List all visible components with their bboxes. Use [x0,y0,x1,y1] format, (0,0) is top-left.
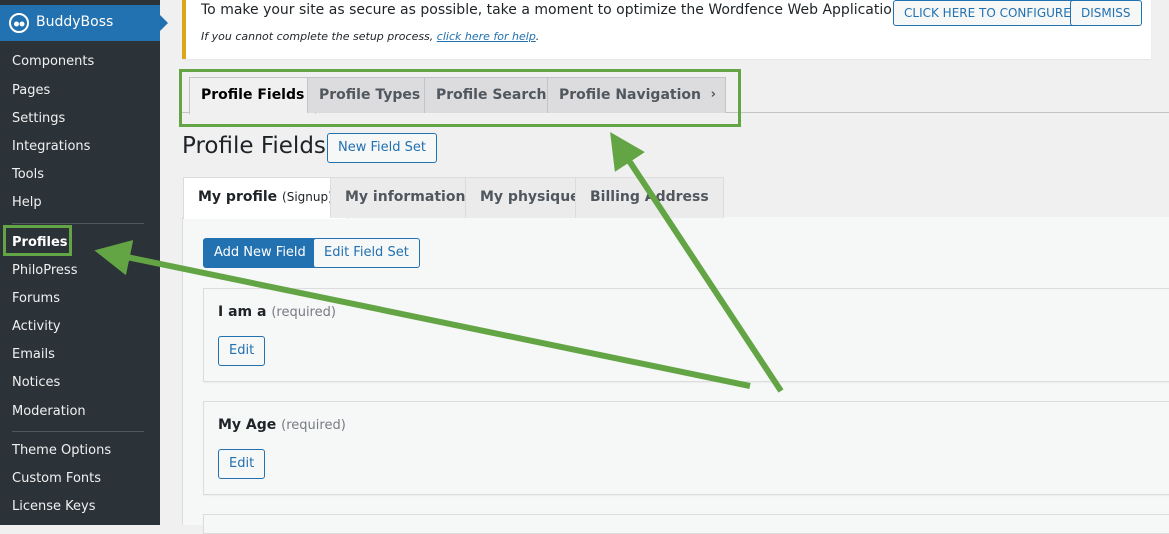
edit-field-button[interactable]: Edit [218,336,266,366]
tab-my-profile-sub: (Signup) [282,190,333,204]
field-name: My Age [218,417,277,433]
sidebar-divider [12,223,144,224]
sidebar-item-help[interactable]: Help [12,194,42,212]
sidebar-item-activity[interactable]: Activity [12,318,61,336]
tabs-highlight-box [179,69,741,127]
sidebar-item-pages[interactable]: Pages [12,82,50,100]
notice-subtext-prefix: If you cannot complete the setup process… [201,30,437,43]
dismiss-button[interactable]: DISMISS [1070,0,1142,26]
sidebar-item-license-keys[interactable]: License Keys [12,498,95,516]
brand-name: BuddyBoss [36,14,114,30]
page-title: Profile Fields [182,133,326,159]
field-label: I am a (required) [218,304,336,320]
sidebar-item-settings[interactable]: Settings [12,110,65,128]
tab-my-profile[interactable]: My profile (Signup) [183,177,348,219]
notice-subtext: If you cannot complete the setup process… [201,30,539,43]
sidebar-item-label: Profiles [12,235,68,250]
sidebar-item-moderation[interactable]: Moderation [12,403,86,421]
wordfence-notice: To make your site as secure as possible,… [182,0,1151,59]
sidebar-item-theme-options[interactable]: Theme Options [12,442,111,460]
sidebar-item-profiles[interactable]: Profiles [3,225,72,256]
admin-sidebar: BuddyBoss Components Pages Settings Inte… [0,0,168,525]
field-item[interactable] [203,514,1169,534]
edit-field-button[interactable]: Edit [218,449,266,479]
field-label: My Age (required) [218,417,346,433]
required-badge: (required) [281,418,346,433]
help-link[interactable]: click here for help [437,30,536,43]
required-badge: (required) [271,305,336,320]
sidebar-item-emails[interactable]: Emails [12,346,55,364]
notice-message: To make your site as secure as possible,… [201,2,963,18]
sidebar-item-components[interactable]: Components [12,53,94,71]
sidebar-item-integrations[interactable]: Integrations [12,138,90,156]
add-new-field-button[interactable]: Add New Field [203,238,317,268]
sidebar-divider [12,431,144,432]
sidebar-brand[interactable]: BuddyBoss [0,5,168,41]
edit-field-set-button[interactable]: Edit Field Set [313,238,420,268]
sidebar-item-philopress[interactable]: PhiloPress [12,262,77,280]
sidebar-item-tools[interactable]: Tools [12,166,44,184]
sidebar-item-notices[interactable]: Notices [12,374,60,392]
field-item[interactable]: My Age (required) Edit [203,401,1169,495]
field-name: I am a [218,304,267,320]
tab-billing-address[interactable]: Billing Address [575,177,724,218]
buddyboss-logo-icon [9,13,29,33]
sidebar-item-custom-fonts[interactable]: Custom Fonts [12,470,101,488]
tab-my-profile-label: My profile [198,189,278,205]
notice-subtext-suffix: . [535,30,540,43]
field-item[interactable]: I am a (required) Edit [203,288,1169,382]
new-field-set-button[interactable]: New Field Set [327,133,437,163]
configure-button[interactable]: CLICK HERE TO CONFIGURE [893,0,1082,26]
sidebar-item-forums[interactable]: Forums [12,290,60,308]
